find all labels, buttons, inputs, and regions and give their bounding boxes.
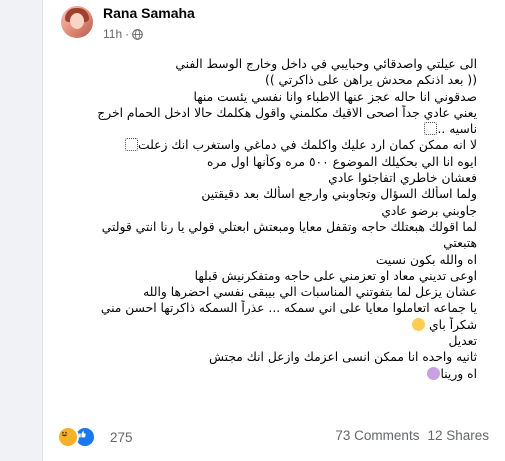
post-stats: 73 Comments 12 Shares: [335, 428, 489, 443]
missing-glyph-icon: [125, 138, 138, 152]
post-card: Rana Samaha 11h · الى عيلتي واصدقائي وحب…: [42, 0, 505, 461]
post-line: ناسيه ..: [57, 121, 477, 137]
globe-icon[interactable]: [132, 28, 143, 40]
author-name[interactable]: Rana Samaha: [103, 5, 195, 21]
post-footer: 275 73 Comments 12 Shares: [43, 424, 505, 452]
comments-count[interactable]: 73 Comments: [335, 428, 419, 443]
post-line: جاوبني برضو عادي: [381, 203, 477, 218]
post-line: لا انه ممكن كمان ارد عليك واكلمك في دماغ…: [57, 137, 477, 153]
haha-reaction-icon: [57, 426, 79, 448]
post-line: الى عيلتي واصدقائي وحبايبي في داخل وخارج…: [175, 57, 477, 71]
shares-count[interactable]: 12 Shares: [427, 428, 489, 443]
post-line: تعديل: [448, 334, 477, 349]
post-body: الى عيلتي واصدقائي وحبايبي في داخل وخارج…: [57, 56, 477, 382]
facepalm-emoji-icon: [427, 366, 441, 380]
post-line: اه والله بكون نسيت: [375, 252, 477, 267]
post-line: ثانيه واحده انا ممكن انسى اعزمك وازعل ان…: [208, 350, 477, 365]
reaction-count: 275: [110, 429, 133, 445]
reactions-summary[interactable]: 275: [57, 426, 133, 448]
post-line: هتبعتي: [443, 236, 477, 251]
post-time[interactable]: 11h: [103, 27, 122, 41]
post-line-text: اه ورينا: [440, 366, 477, 381]
meta-separator: ·: [125, 27, 130, 41]
post-line-text: لا انه ممكن كمان ارد عليك واكلمك في دماغ…: [138, 138, 477, 153]
post-line: ايوه انا الي بحكيلك الموضوع ٥٠٠ مره وكأن…: [207, 154, 477, 169]
author-avatar[interactable]: [61, 6, 93, 38]
post-line: اوعى تديني معاد او تعزمني على حاجه ومتفك…: [194, 268, 477, 283]
post-line: عشان يزعل لما بتفوتني المناسبات الي بيبق…: [143, 285, 477, 300]
dizzy-emoji-icon: [424, 122, 438, 136]
post-line: يعني عادي جداً اصحى الاقيك مكلمني واقول …: [97, 105, 477, 120]
post-line-text: ناسيه ..: [437, 122, 477, 137]
post-line: اه ورينا: [57, 366, 477, 382]
post-line: (( بعد اذنكم محدش يراهن على ذاكرتي )): [265, 73, 477, 88]
avatar-face: [70, 13, 84, 29]
post-line-text: شكراً باي: [429, 317, 477, 332]
post-line: ولما اسألك السؤال وتجاوبني وارجع اسألك ب…: [201, 187, 477, 202]
post-line: شكراً باي: [57, 317, 477, 333]
post-meta: 11h ·: [103, 27, 143, 41]
nerd-face-emoji-icon: [412, 317, 426, 331]
post-line: فعشان خاطري اتفاجئوا عادي: [328, 171, 477, 186]
post-line: لما اقولك هبعتلك حاجه وتقفل معايا ومبعتش…: [101, 219, 477, 234]
post-line: يا جماعه اتعاملوا معايا على اني سمكه ...…: [100, 301, 477, 316]
post-header: Rana Samaha 11h ·: [43, 0, 505, 52]
post-line: صدقوني انا حاله عجز عنها الاطباء وانا نف…: [193, 89, 477, 104]
